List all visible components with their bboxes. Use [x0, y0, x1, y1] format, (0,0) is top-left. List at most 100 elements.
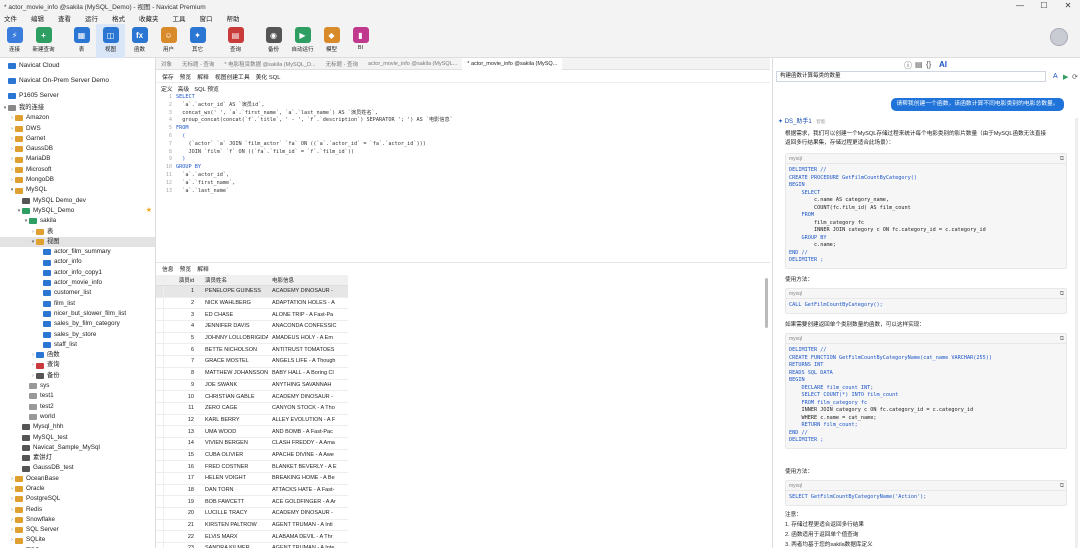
menu-item[interactable]: 编辑	[27, 13, 54, 23]
copy-icon[interactable]: ⧉	[1060, 156, 1064, 163]
tree-item[interactable]: › Microsoft	[0, 165, 155, 175]
copy-icon[interactable]: ⧉	[1060, 483, 1064, 490]
document-tab[interactable]: actor_movie_info @sakila (MySQL...	[363, 61, 462, 67]
table-cell[interactable]: ACADEMY DINOSAUR -	[268, 394, 348, 400]
close-button[interactable]: ✕	[1056, 0, 1080, 12]
table-cell[interactable]: 21	[164, 522, 197, 528]
toolbar-button-9[interactable]: ▶ 自动运行	[288, 24, 317, 58]
tree-item[interactable]: › GaussDB	[0, 144, 155, 154]
column-header[interactable]: 演员id	[164, 276, 197, 284]
table-cell[interactable]: BOB FAWCETT	[197, 499, 268, 505]
column-header[interactable]: 演员姓名	[197, 276, 268, 284]
copy-icon[interactable]: ⧉	[1060, 336, 1064, 343]
column-header[interactable]: 电影信息	[268, 276, 348, 284]
table-row[interactable]: 15 CUBA OLIVIER APACHE DIVINE - A Awe	[156, 449, 348, 462]
table-cell[interactable]: FRED COSTNER	[197, 464, 268, 470]
refresh-icon[interactable]: ⟳	[1072, 73, 1078, 81]
table-row[interactable]: 18 DAN TORN ATTACKS HATE - A Fast-	[156, 484, 348, 497]
table-cell[interactable]: ALABAMA DEVIL - A Thr	[268, 534, 348, 540]
table-cell[interactable]: 2	[164, 300, 197, 306]
table-cell[interactable]: ALLEY EVOLUTION - A F	[268, 417, 348, 423]
toolbar-button-3[interactable]: ◫ 视图	[96, 24, 125, 58]
table-row[interactable]: 5 JOHNNY LOLLOBRIGIDA AMADEUS HOLY - A Em	[156, 332, 348, 345]
table-cell[interactable]: ACADEMY DINOSAUR -	[268, 510, 348, 516]
tree-item[interactable]: sales_by_film_category	[0, 319, 155, 329]
tree-item[interactable]: › MariaDB	[0, 154, 155, 164]
table-cell[interactable]: JOE SWANK	[197, 382, 268, 388]
send-icon[interactable]: ▶	[1063, 73, 1068, 81]
table-cell[interactable]: 19	[164, 499, 197, 505]
tree-item[interactable]: sales_by_store	[0, 330, 155, 340]
menu-item[interactable]: 窗口	[196, 13, 223, 23]
copy-icon[interactable]: ⧉	[1060, 291, 1064, 298]
tree-item[interactable]: › SQL Server	[0, 525, 155, 535]
table-cell[interactable]: 17	[164, 475, 197, 481]
table-row[interactable]: 14 VIVIEN BERGEN CLASH FREDDY - A Ama	[156, 437, 348, 450]
table-cell[interactable]: ANYTHING SAVANNAH	[268, 382, 348, 388]
user-avatar[interactable]	[1050, 28, 1068, 46]
tree-item[interactable]: › Oracle	[0, 484, 155, 494]
tree-item[interactable]: › MongoDB	[0, 175, 155, 185]
ai-icon[interactable]: AI	[939, 60, 947, 69]
document-tab[interactable]: * actor_movie_info @sakila (MySQ...	[462, 58, 563, 70]
editor-tab[interactable]: SQL 预览	[194, 84, 219, 93]
table-cell[interactable]: UMA WOOD	[197, 429, 268, 435]
maximize-button[interactable]: ☐	[1032, 0, 1056, 12]
table-cell[interactable]: 13	[164, 429, 197, 435]
table-cell[interactable]: ED CHASE	[197, 312, 268, 318]
tree-item[interactable]: GaussDB_test	[0, 463, 155, 473]
assistant-scrollbar[interactable]	[1075, 118, 1078, 548]
table-cell[interactable]: AND BOMB - A Fast-Pac	[268, 429, 348, 435]
menu-item[interactable]: 格式	[108, 13, 135, 23]
table-row[interactable]: 16 FRED COSTNER BLANKET BEVERLY - A E	[156, 461, 348, 473]
menu-item[interactable]: 帮助	[223, 13, 250, 23]
menu-item[interactable]: 收藏夹	[135, 13, 169, 23]
table-row[interactable]: 6 BETTE NICHOLSON ANTITRUST TOMATOES	[156, 344, 348, 357]
favorite-star-icon[interactable]: ★	[146, 206, 152, 216]
table-cell[interactable]: ANACONDA CONFESSIC	[268, 323, 348, 329]
tree-item[interactable]: › Snowflake	[0, 515, 155, 525]
table-cell[interactable]: JENNIFER DAVIS	[197, 323, 268, 329]
table-cell[interactable]: VIVIEN BERGEN	[197, 440, 268, 446]
menu-item[interactable]: 文件	[0, 13, 27, 23]
table-cell[interactable]: LUCILLE TRACY	[197, 510, 268, 516]
table-cell[interactable]: 18	[164, 487, 197, 493]
table-row[interactable]: 10 CHRISTIAN GABLE ACADEMY DINOSAUR -	[156, 391, 348, 403]
tree-item[interactable]: › Redis	[0, 505, 155, 515]
table-cell[interactable]: 7	[164, 358, 197, 364]
editor-tab[interactable]: 定义	[161, 84, 173, 93]
result-tab[interactable]: 预览	[180, 264, 192, 273]
table-row[interactable]: 11 ZERO CAGE CANYON STOCK - A Tho	[156, 402, 348, 415]
table-row[interactable]: 8 MATTHEW JOHANSSON BABY HALL - A Boring C…	[156, 367, 348, 380]
table-cell[interactable]: KARL BERRY	[197, 417, 268, 423]
table-cell[interactable]: DAN TORN	[197, 487, 268, 493]
tree-item[interactable]: world	[0, 412, 155, 422]
table-cell[interactable]: 9	[164, 382, 197, 388]
table-cell[interactable]: 12	[164, 417, 197, 423]
info-icon[interactable]: ⓘ	[904, 60, 912, 71]
tree-item[interactable]: Mysql_hhh	[0, 422, 155, 432]
table-cell[interactable]: 5	[164, 335, 197, 341]
table-row[interactable]: 20 LUCILLE TRACY ACADEMY DINOSAUR -	[156, 508, 348, 520]
history-icon[interactable]: ▤	[915, 60, 923, 69]
table-cell[interactable]: 20	[164, 510, 197, 516]
table-cell[interactable]: CANYON STOCK - A Tho	[268, 405, 348, 411]
table-cell[interactable]: 6	[164, 347, 197, 353]
tree-item[interactable]: › 查询	[0, 360, 155, 370]
tree-item[interactable]: › DWS	[0, 124, 155, 134]
table-cell[interactable]: HELEN VOIGHT	[197, 475, 268, 481]
table-cell[interactable]: 14	[164, 440, 197, 446]
document-tab[interactable]: 对象	[156, 60, 177, 68]
view-toolbar-button[interactable]: 解释	[197, 72, 209, 81]
result-tab[interactable]: 信息	[162, 264, 174, 273]
toolbar-button-11[interactable]: ▮ BI	[346, 24, 375, 58]
table-cell[interactable]: 3	[164, 312, 197, 318]
toolbar-button-0[interactable]: ⚡ 连接	[0, 24, 29, 58]
tree-item[interactable]: test2	[0, 402, 155, 412]
code-icon[interactable]: {}	[926, 60, 931, 69]
tree-item[interactable]: › OceanBase	[0, 474, 155, 484]
document-tab[interactable]: 无标题 - 查询	[321, 60, 363, 68]
toolbar-button-7[interactable]: ▤ 查询	[221, 24, 250, 58]
editor-tab[interactable]: 高级	[178, 84, 190, 93]
tree-item[interactable]: actor_info_copy1	[0, 268, 155, 278]
